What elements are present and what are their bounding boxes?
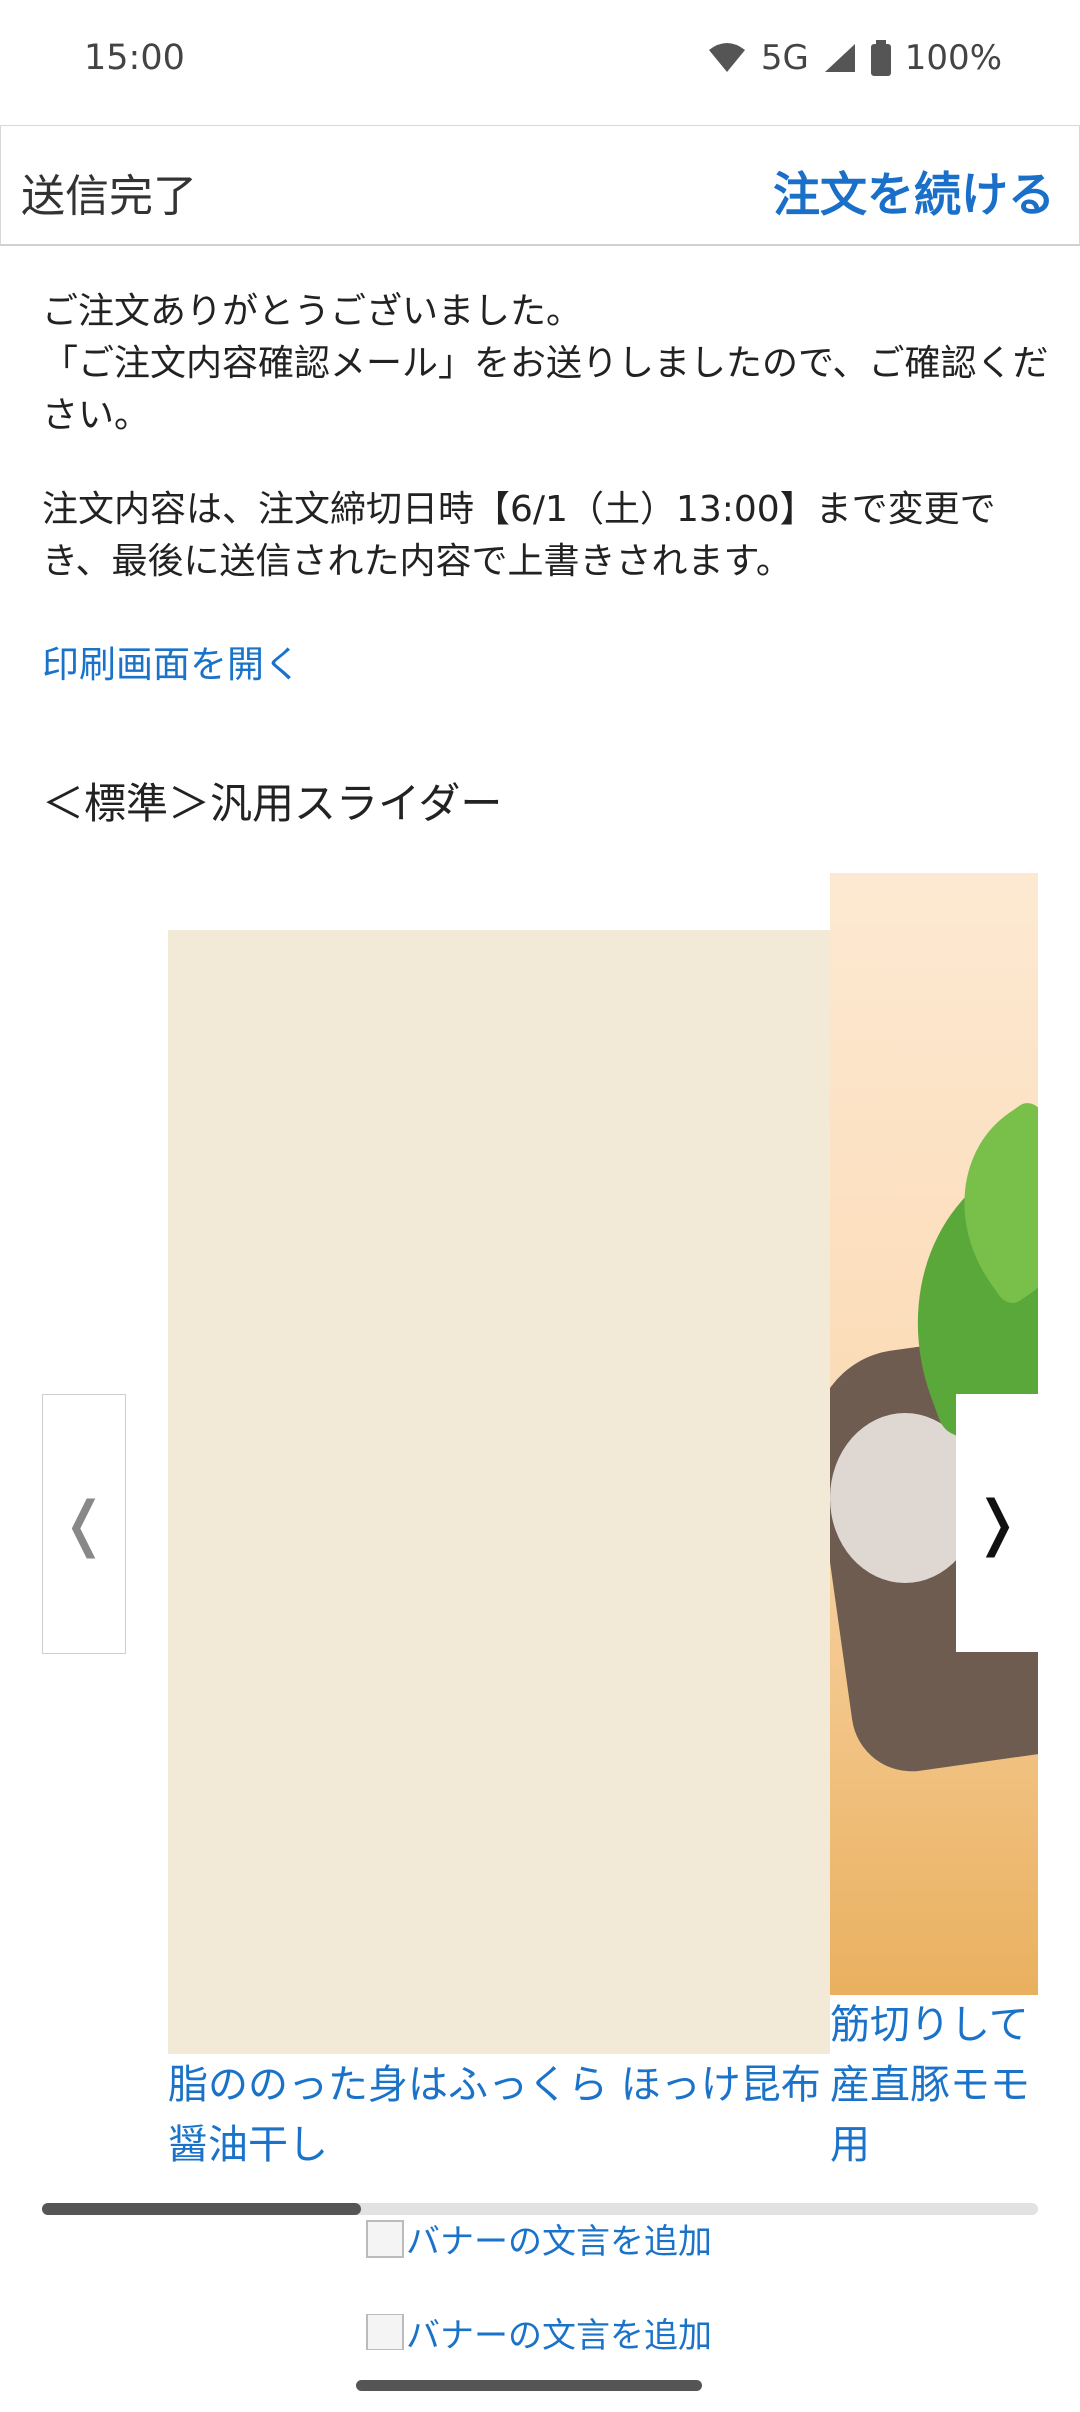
change-notice: 注文内容は、注文締切日時【6/1（土）13:00】まで変更でき、最後に送信された… <box>42 489 996 582</box>
banner-link-2[interactable]: バナーの文言を追加 <box>366 2314 712 2350</box>
status-time: 15:00 <box>84 38 185 78</box>
gesture-navigation-bar[interactable] <box>356 2380 702 2391</box>
chevron-left-icon: ❬ <box>58 1489 110 1559</box>
slide-caption-2-line-1: 筋切りして <box>830 2002 1029 2048</box>
banner-link-1[interactable]: バナーの文言を追加 <box>366 2214 712 2263</box>
page-title: 送信完了 <box>21 171 197 222</box>
thanks-message: ご注文ありがとうございました。 「ご注文内容確認メール」をお送りしましたので、ご… <box>42 286 1052 442</box>
product-slider[interactable]: 脂ののった身はふっくら ほっけ昆布醤油干し 筋切りして 産直豚モモ 用 ❬ ❭ <box>0 870 1080 2230</box>
chevron-right-icon: ❭ <box>971 1488 1023 1558</box>
print-screen-link[interactable]: 印刷画面を開く <box>42 634 301 688</box>
thanks-line-2: 「ご注文内容確認メール」をお送りしましたので、ご確認ください。 <box>42 343 1049 436</box>
network-label: 5G <box>760 38 809 78</box>
slide-caption-2-line-2: 産直豚モモ <box>830 2062 1030 2108</box>
signal-icon <box>824 44 855 72</box>
status-bar: 15:00 5G 100% <box>0 0 1080 125</box>
battery-label: 100% <box>904 38 1002 78</box>
banner-alt-text: バナーの文言を追加 <box>406 2315 712 2351</box>
thanks-line-1: ご注文ありがとうございました。 <box>42 291 583 332</box>
slide-caption-2-line-3: 用 <box>830 2122 870 2168</box>
status-icons: 5G 100% <box>707 38 1002 78</box>
battery-icon <box>870 40 891 76</box>
slide-image-placeholder[interactable] <box>168 930 830 2054</box>
broken-image-icon <box>366 2219 404 2258</box>
slide-caption-2[interactable]: 筋切りして 産直豚モモ 用 <box>830 1995 1038 2175</box>
banner-alt-text: バナーの文言を追加 <box>406 2222 712 2262</box>
slider-heading: ＜標準＞汎用スライダー <box>42 779 503 828</box>
continue-order-link[interactable]: 注文を続ける <box>773 156 1055 225</box>
slide-caption-1[interactable]: 脂ののった身はふっくら ほっけ昆布醤油干し <box>168 2055 830 2175</box>
top-header: 送信完了 注文を続ける <box>0 125 1080 246</box>
wifi-icon <box>708 43 745 72</box>
slider-scrollbar-thumb[interactable] <box>42 2203 361 2215</box>
slider-prev-button[interactable]: ❬ <box>42 1394 126 1654</box>
slider-next-button[interactable]: ❭ <box>956 1394 1038 1652</box>
broken-image-icon <box>366 2314 404 2350</box>
